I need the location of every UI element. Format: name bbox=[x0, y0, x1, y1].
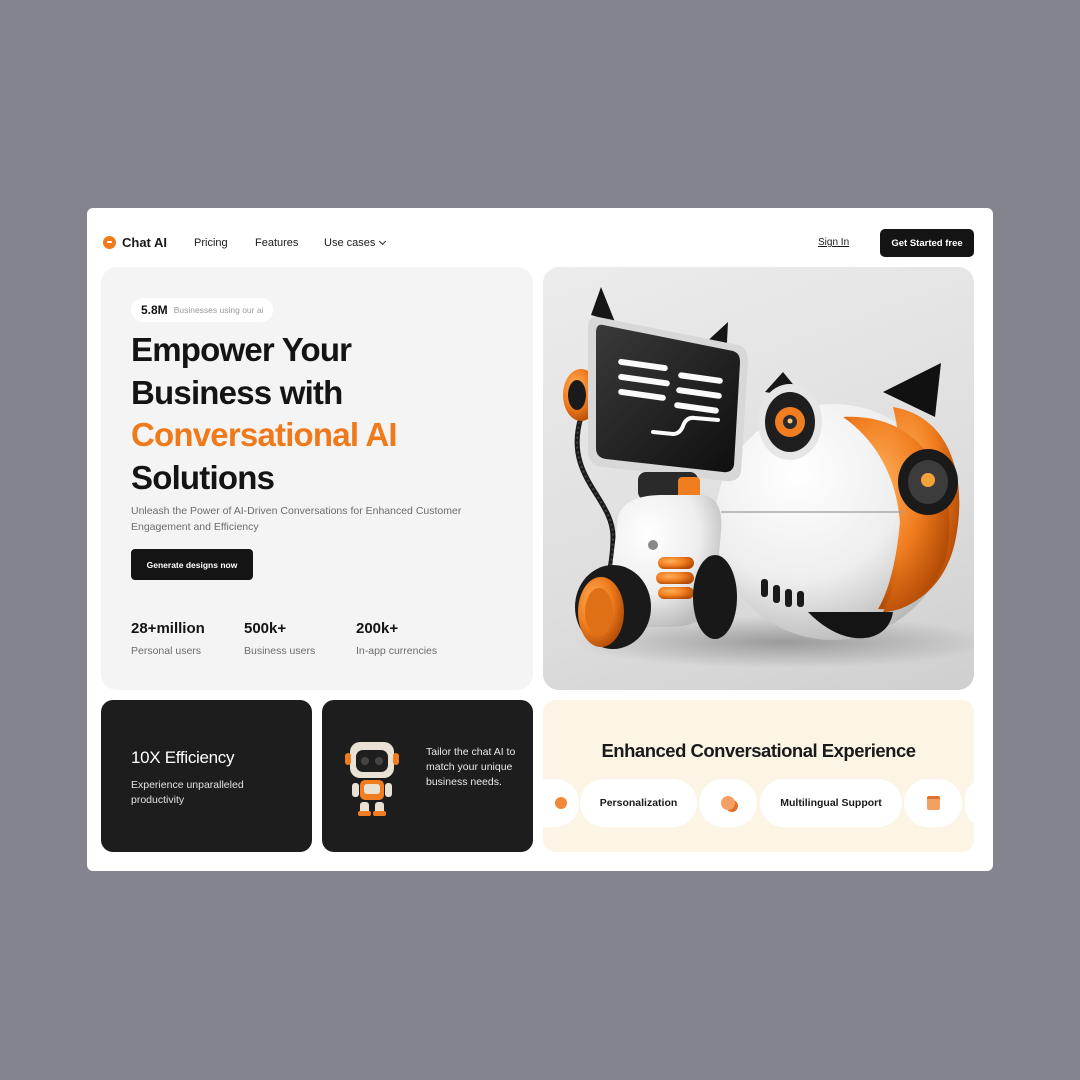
chat-bubble-icon bbox=[103, 236, 116, 249]
sign-in-link[interactable]: Sign In bbox=[818, 237, 849, 248]
chat-bubbles-icon bbox=[555, 797, 567, 809]
stat-label: Personal users bbox=[131, 645, 202, 657]
page-frame: Chat AI Pricing Features Use cases Sign … bbox=[87, 208, 993, 871]
headline-line-1: Empower Your bbox=[131, 331, 352, 368]
robot-hero-image bbox=[543, 267, 974, 690]
stat-value: 28+million bbox=[131, 620, 205, 637]
hero-headline: Empower Your Business with Conversationa… bbox=[131, 329, 531, 499]
feature-label: Multilingual Support bbox=[780, 797, 882, 809]
feature-icon-pill[interactable] bbox=[699, 779, 757, 827]
get-started-button[interactable]: Get Started free bbox=[880, 229, 974, 257]
efficiency-card: 10X Efficiency Experience unparalleled p… bbox=[101, 700, 312, 852]
headline-accent: Conversational AI bbox=[131, 416, 398, 453]
efficiency-title: 10X Efficiency bbox=[131, 748, 235, 767]
hero-subtext: Unleash the Power of AI-Driven Conversat… bbox=[131, 505, 462, 533]
hero-card: 5.8M Businesses using our ai Empower You… bbox=[101, 267, 533, 690]
headline-line-4: Solutions bbox=[131, 458, 275, 496]
experience-title: Enhanced Conversational Experience bbox=[601, 740, 916, 761]
feature-icon-pill[interactable] bbox=[965, 779, 974, 827]
feature-label: Personalization bbox=[599, 797, 678, 809]
use-cases-label: Use cases bbox=[324, 237, 376, 249]
badge-label: Businesses using our ai bbox=[173, 305, 264, 315]
chevron-down-icon bbox=[379, 237, 387, 246]
robots-illustration bbox=[563, 287, 974, 668]
feature-icon-pill[interactable] bbox=[543, 779, 579, 827]
tailor-text: Tailor the chat AI to match your unique … bbox=[426, 746, 516, 788]
users-badge: 5.8M Businesses using our ai bbox=[131, 298, 274, 322]
feature-icon-pill[interactable] bbox=[904, 779, 962, 827]
feature-personalization[interactable]: Personalization bbox=[580, 779, 697, 827]
experience-card: Enhanced Conversational Experience Perso… bbox=[543, 700, 974, 852]
calendar-icon bbox=[926, 796, 940, 810]
headline-line-2: Business with bbox=[131, 373, 343, 411]
stat-in-app-currencies: 200k+ In-app currencies bbox=[356, 620, 437, 657]
stat-value: 200k+ bbox=[356, 620, 399, 637]
generate-designs-button[interactable]: Generate designs now bbox=[131, 549, 253, 580]
stat-business-users: 500k+ Business users bbox=[244, 620, 315, 657]
nav-dropdown-use-cases[interactable]: Use cases bbox=[324, 237, 387, 249]
stat-personal-users: 28+million Personal users bbox=[131, 620, 205, 657]
efficiency-description: Experience unparalleled productivity bbox=[131, 779, 244, 806]
nav-link-features[interactable]: Features bbox=[255, 237, 298, 249]
stat-label: In-app currencies bbox=[356, 645, 438, 657]
stat-value: 500k+ bbox=[244, 620, 287, 637]
brand-name: Chat AI bbox=[122, 235, 168, 250]
mini-robot-icon bbox=[345, 742, 399, 816]
tailor-card: Tailor the chat AI to match your unique … bbox=[322, 700, 533, 852]
feature-multilingual-support[interactable]: Multilingual Support bbox=[760, 779, 902, 827]
nav-link-pricing[interactable]: Pricing bbox=[194, 237, 228, 249]
brand-logo[interactable]: Chat AI bbox=[103, 235, 167, 250]
speech-bubble-icon bbox=[721, 796, 735, 810]
badge-value: 5.8M bbox=[141, 303, 168, 317]
stat-label: Business users bbox=[244, 645, 316, 657]
